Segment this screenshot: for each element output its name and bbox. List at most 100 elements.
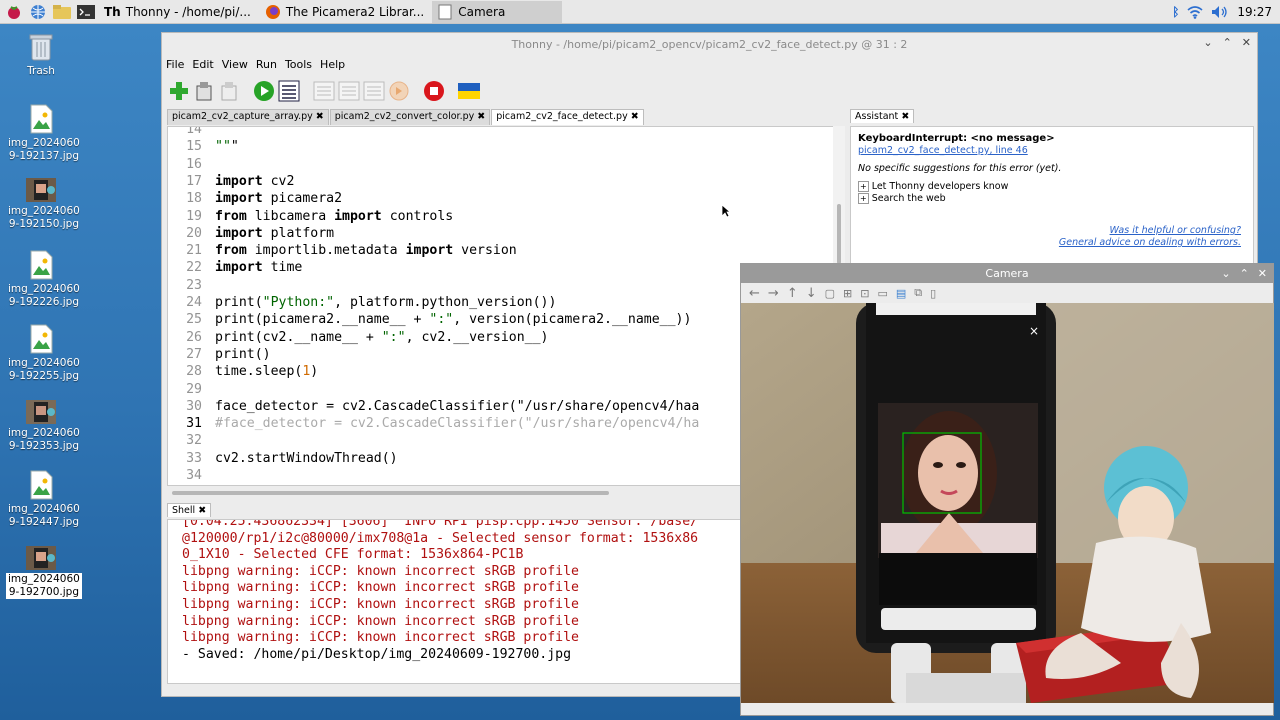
task-camera[interactable]: Camera — [432, 0, 563, 23]
debug-icon[interactable] — [278, 80, 300, 102]
menu-help[interactable]: Help — [320, 58, 345, 71]
window-titlebar[interactable]: Camera ⌄ ⌃ ✕ — [741, 264, 1273, 283]
desktop-icon-label: Trash — [27, 65, 55, 77]
step-over-icon[interactable] — [313, 80, 335, 102]
desktop-icon-file[interactable]: img_2024060 9-192447.jpg — [6, 470, 80, 529]
save-file-icon[interactable] — [218, 80, 240, 102]
expander-report[interactable]: + Let Thonny developers know — [858, 181, 1246, 193]
forward-icon[interactable]: → — [768, 286, 779, 301]
thonny-icon: Th — [104, 4, 121, 19]
general-advice-link[interactable]: General advice on dealing with errors. — [1059, 237, 1241, 248]
desktop-icon-label: img_2024060 9-192353.jpg — [8, 427, 80, 452]
desktop-icon-file[interactable]: img_2024060 9-192137.jpg — [6, 104, 80, 163]
expander-search-web[interactable]: + Search the web — [858, 193, 1246, 205]
task-firefox[interactable]: The Picamera2 Librar... — [259, 1, 430, 23]
editor-horizontal-scrollbar[interactable] — [167, 489, 747, 497]
open-file-icon[interactable] — [193, 80, 215, 102]
down-icon[interactable]: ↓ — [806, 286, 817, 301]
save-icon[interactable]: ▯ — [930, 287, 936, 300]
tab-convert-color[interactable]: picam2_cv2_convert_color.py ✖ — [329, 109, 491, 125]
run-icon[interactable] — [253, 80, 275, 102]
overlay-close-icon: × — [1029, 324, 1039, 338]
code-text: """ — [215, 139, 239, 155]
desktop-icon-file[interactable]: img_2024060 9-192150.jpg — [6, 178, 80, 231]
desktop-icon-file-selected[interactable]: img_2024060 9-192700.jpg — [6, 546, 82, 599]
wifi-icon[interactable] — [1187, 5, 1203, 19]
tab-capture-array[interactable]: picam2_cv2_capture_array.py ✖ — [167, 109, 329, 125]
scroll-thumb[interactable] — [172, 491, 609, 495]
desktop-icon-file[interactable]: img_2024060 9-192255.jpg — [6, 324, 80, 383]
close-tab-icon[interactable]: ✖ — [477, 111, 485, 122]
expander-label: Search the web — [871, 193, 946, 204]
code-text: print("Python:", platform.python_version… — [215, 295, 557, 310]
window-title: Thonny - /home/pi/picam2_opencv/picam2_c… — [511, 37, 908, 51]
desktop-icon-trash[interactable]: Trash — [6, 32, 76, 78]
window-titlebar[interactable]: Thonny - /home/pi/picam2_opencv/picam2_c… — [162, 33, 1257, 55]
zoom-in-icon[interactable]: ▤ — [896, 287, 906, 300]
line-number: 15 — [186, 139, 202, 155]
back-icon[interactable]: ← — [749, 286, 760, 301]
ukraine-flag-icon[interactable] — [458, 80, 480, 102]
step-out-icon[interactable] — [363, 80, 385, 102]
line-number: 30 — [186, 398, 202, 414]
tab-assistant[interactable]: Assistant ✖ — [850, 109, 915, 123]
new-file-icon[interactable] — [168, 80, 190, 102]
error-location-link[interactable]: picam2_cv2_face_detect.py, line 46 — [858, 145, 1028, 156]
bluetooth-icon[interactable]: ᛒ — [1172, 5, 1179, 19]
home-icon[interactable]: ⊡ — [860, 287, 869, 300]
menu-run[interactable]: Run — [256, 58, 277, 71]
feedback-link[interactable]: Was it helpful or confusing? — [1110, 225, 1241, 236]
stop-icon[interactable] — [423, 80, 445, 102]
volume-icon[interactable] — [1211, 5, 1229, 19]
desktop-icon-file[interactable]: img_2024060 9-192353.jpg — [6, 400, 80, 453]
close-icon[interactable]: ✕ — [1242, 36, 1251, 49]
line-number: 16 — [186, 156, 202, 172]
desktop-icon-label: img_2024060 9-192447.jpg — [8, 503, 80, 528]
menu-edit[interactable]: Edit — [192, 58, 213, 71]
code-text: face_detector = cv2.CascadeClassifier("/… — [215, 398, 700, 414]
tab-face-detect[interactable]: picam2_cv2_face_detect.py ✖ — [491, 109, 644, 125]
close-tab-icon[interactable]: ✖ — [316, 111, 324, 122]
select-icon[interactable]: ⧉ — [914, 286, 922, 300]
image-file-icon — [30, 470, 53, 500]
code-line: 28 time.sleep(1) — [168, 363, 318, 380]
pan-icon[interactable]: ▭ — [877, 287, 887, 300]
menu-view[interactable]: View — [222, 58, 248, 71]
zoom-reset-icon[interactable]: ▢ — [825, 287, 835, 300]
minimize-icon[interactable]: ⌄ — [1203, 36, 1212, 49]
image-file-icon — [30, 250, 53, 280]
code-text: print(cv2.__name__ + ":", cv2.__version_… — [215, 329, 549, 345]
code-line: 27 print() — [168, 346, 271, 363]
close-icon[interactable]: ✕ — [1258, 267, 1267, 280]
web-browser-icon[interactable] — [28, 3, 48, 21]
zoom-fit-icon[interactable]: ⊞ — [843, 287, 852, 300]
desktop-icon-file[interactable]: img_2024060 9-192226.jpg — [6, 250, 80, 309]
menu-file[interactable]: File — [166, 58, 184, 71]
scroll-thumb[interactable] — [837, 204, 841, 264]
terminal-icon[interactable] — [76, 3, 96, 21]
string-literal: ":" — [429, 312, 454, 328]
tab-shell[interactable]: Shell ✖ — [167, 503, 212, 517]
menu-tools[interactable]: Tools — [285, 58, 312, 71]
close-tab-icon[interactable]: ✖ — [198, 505, 206, 516]
maximize-icon[interactable]: ⌃ — [1240, 267, 1249, 280]
no-suggestions-text: No specific suggestions for this error (… — [858, 163, 1062, 174]
shell-console[interactable]: [0:04:25.436862334] [3606] INFO RPI pisp… — [167, 519, 743, 684]
up-icon[interactable]: ↑ — [787, 286, 798, 301]
shell-output-line: - Saved: /home/pi/Desktop/img_20240609-1… — [182, 646, 572, 662]
shell-warning-line: libpng warning: iCCP: known incorrect sR… — [182, 597, 579, 612]
desktop-icon-label: img_2024060 9-192700.jpg — [6, 573, 82, 599]
close-tab-icon[interactable]: ✖ — [901, 111, 909, 122]
task-thonny[interactable]: Th Thonny - /home/pi/... — [98, 1, 257, 23]
step-into-icon[interactable] — [338, 80, 360, 102]
resume-icon[interactable] — [388, 80, 410, 102]
expand-plus-icon: + — [858, 193, 869, 204]
line-number: 28 — [186, 364, 202, 380]
raspberry-menu-icon[interactable] — [4, 3, 24, 21]
close-tab-icon[interactable]: ✖ — [631, 111, 639, 122]
minimize-icon[interactable]: ⌄ — [1221, 267, 1230, 280]
code-text: print() — [215, 346, 271, 362]
maximize-icon[interactable]: ⌃ — [1223, 36, 1232, 49]
clock[interactable]: 19:27 — [1237, 5, 1272, 19]
file-manager-icon[interactable] — [52, 3, 72, 21]
